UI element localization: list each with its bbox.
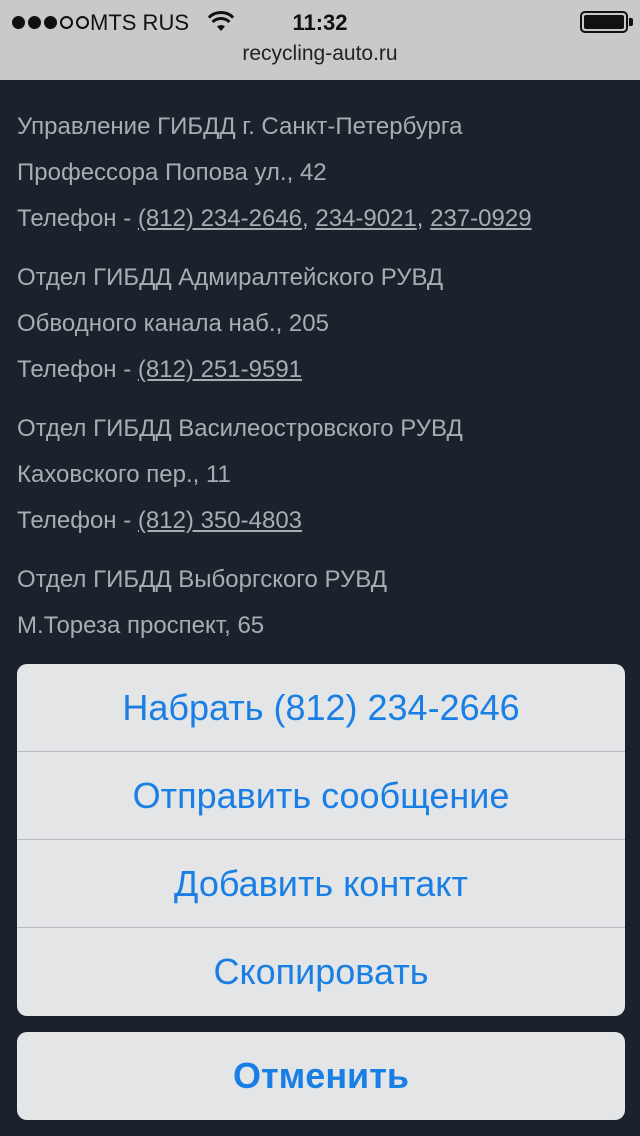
copy-button[interactable]: Скопировать <box>17 928 625 1016</box>
phone-label: Телефон - <box>17 205 138 232</box>
department-address: Каховского пер., 11 <box>17 461 231 488</box>
battery-icon <box>580 11 628 33</box>
department-address: Профессора Попова ул., 42 <box>17 159 327 186</box>
battery-tip <box>629 18 633 26</box>
phone-label: Телефон - <box>17 507 138 534</box>
phone-label: Телефон - <box>17 356 138 383</box>
clock: 11:32 <box>292 10 348 35</box>
phone-line: Телефон - (812) 234-2646, 234-9021, 237-… <box>17 205 532 232</box>
call-button[interactable]: Набрать (812) 234-2646 <box>17 664 625 752</box>
department-block: Отдел ГИБДД Выборгского РУВД М.Тореза пр… <box>17 561 627 653</box>
phone-link[interactable]: (812) 234-2646 <box>138 205 302 232</box>
department-address: Обводного канала наб., 205 <box>17 310 329 337</box>
send-message-button[interactable]: Отправить сообщение <box>17 752 625 840</box>
phone-link[interactable]: (812) 251-9591 <box>138 356 302 383</box>
department-block: Отдел ГИБДД Адмиралтейского РУВД Обводно… <box>17 259 627 397</box>
page-content: Управление ГИБДД г. Санкт-Петербурга Про… <box>17 108 627 666</box>
department-address: М.Тореза проспект, 65 <box>17 612 265 639</box>
phone-link[interactable]: (812) 350-4803 <box>138 507 302 534</box>
status-bar: MTS RUS 11:32 recycling-auto.ru <box>0 0 640 80</box>
phone-link[interactable]: 234-9021 <box>315 205 416 232</box>
department-block: Управление ГИБДД г. Санкт-Петербурга Про… <box>17 108 627 246</box>
phone-line: Телефон - (812) 350-4803 <box>17 502 627 548</box>
phone-link[interactable]: 237-0929 <box>430 205 531 232</box>
add-contact-button[interactable]: Добавить контакт <box>17 840 625 928</box>
department-name: Отдел ГИБДД Выборгского РУВД <box>17 566 388 593</box>
phone-line: Телефон - (812) 251-9591 <box>17 351 627 397</box>
action-sheet: Набрать (812) 234-2646 Отправить сообщен… <box>17 664 625 1016</box>
department-name: Управление ГИБДД г. Санкт-Петербурга <box>17 113 463 140</box>
department-name: Отдел ГИБДД Адмиралтейского РУВД <box>17 264 444 291</box>
cancel-button[interactable]: Отменить <box>17 1032 625 1120</box>
address-bar-url[interactable]: recycling-auto.ru <box>0 42 640 66</box>
department-block: Отдел ГИБДД Василеостровского РУВД Кахов… <box>17 410 627 548</box>
department-name: Отдел ГИБДД Василеостровского РУВД <box>17 415 463 442</box>
